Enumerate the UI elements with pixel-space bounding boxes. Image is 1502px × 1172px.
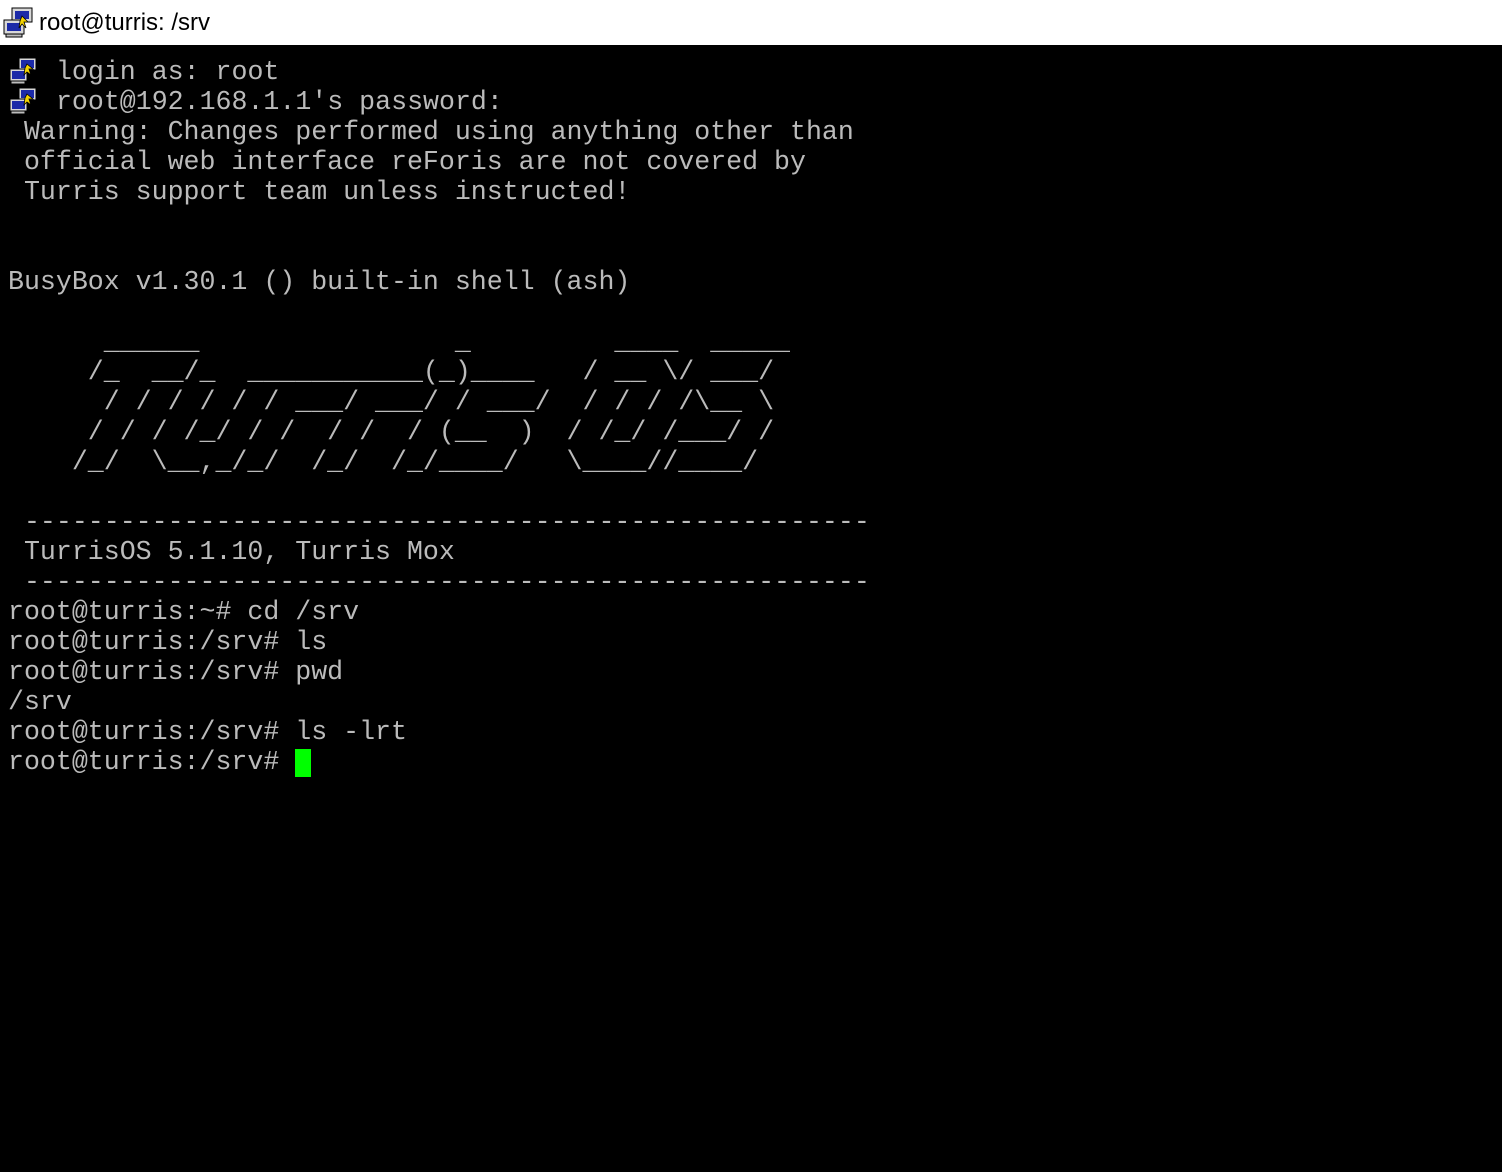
terminal-line-text: ----------------------------------------… [8,507,870,537]
text-cursor [295,749,311,777]
putty-small-icon [8,57,40,87]
terminal-line-text: ______ _ ____ _____ [8,327,790,357]
terminal-line-text: root@192.168.1.1's password: [55,87,503,117]
terminal-line-text: TurrisOS 5.1.10, Turris Mox [8,537,455,567]
terminal-line: Turris support team unless instructed! [8,177,630,207]
terminal-line-text: root@turris:~# cd /srv [8,597,360,627]
terminal-line-text: official web interface reForis are not c… [8,147,806,177]
terminal-line-text: BusyBox v1.30.1 () built-in shell (ash) [8,267,631,297]
terminal-line: login as: root [8,57,279,87]
terminal-line: Warning: Changes performed using anythin… [8,117,854,147]
terminal-line: TurrisOS 5.1.10, Turris Mox [8,537,455,567]
terminal-line: BusyBox v1.30.1 () built-in shell (ash) [8,267,630,297]
terminal-line-text: /_/ \__,_/_/ /_/ /_/____/ \____//____/ [8,447,759,477]
putty-window: root@turris: /srv login as: root root@19… [0,0,1502,1172]
terminal-line-text: / / / / / / ___/ ___/ / ___/ / / / /\__ … [8,387,775,417]
terminal-line: ______ _ ____ _____ [8,327,790,357]
terminal-line-text: Turris support team unless instructed! [8,177,631,207]
terminal-line: root@turris:/srv# ls [8,627,327,657]
terminal-line: /srv [8,687,72,717]
terminal-line-text: Warning: Changes performed using anythin… [8,117,854,147]
terminal-line: root@turris:~# cd /srv [8,597,359,627]
terminal-line-text: login as: root [55,57,280,87]
putty-icon[interactable] [2,6,36,40]
terminal-line: root@192.168.1.1's password: [8,87,503,117]
title-bar[interactable]: root@turris: /srv [0,0,1502,45]
terminal-line-text: /_ __/_ ___________(_)____ / __ \/ ___/ [8,357,775,387]
terminal-line: /_ __/_ ___________(_)____ / __ \/ ___/ [8,357,774,387]
terminal-line-text: root@turris:/srv# pwd [8,657,344,687]
terminal-line-text: / / / /_/ / / / / / (__ ) / /_/ /___/ / [8,417,775,447]
terminal-line: root@turris:/srv# ls -lrt [8,717,407,747]
terminal-line-text: ----------------------------------------… [8,567,870,597]
terminal-line-text: root@turris:/srv# ls [8,627,328,657]
terminal-line-text: root@turris:/srv# [8,747,296,777]
terminal-line-text: root@turris:/srv# ls -lrt [8,717,407,747]
window-title: root@turris: /srv [39,8,211,36]
terminal-line: root@turris:/srv# [8,747,295,777]
terminal-line: / / / /_/ / / / / / (__ ) / /_/ /___/ / [8,417,774,447]
terminal-line: /_/ \__,_/_/ /_/ /_/____/ \____//____/ [8,447,758,477]
terminal-line: official web interface reForis are not c… [8,147,806,177]
terminal-line: root@turris:/srv# pwd [8,657,343,687]
terminal-line: / / / / / / ___/ ___/ / ___/ / / / /\__ … [8,387,774,417]
putty-small-icon [8,87,40,117]
terminal-line: ----------------------------------------… [8,507,870,537]
terminal-screen[interactable]: login as: root root@192.168.1.1's passwo… [0,45,1502,1172]
terminal-line: ----------------------------------------… [8,567,870,597]
terminal-line-text: /srv [8,687,72,717]
